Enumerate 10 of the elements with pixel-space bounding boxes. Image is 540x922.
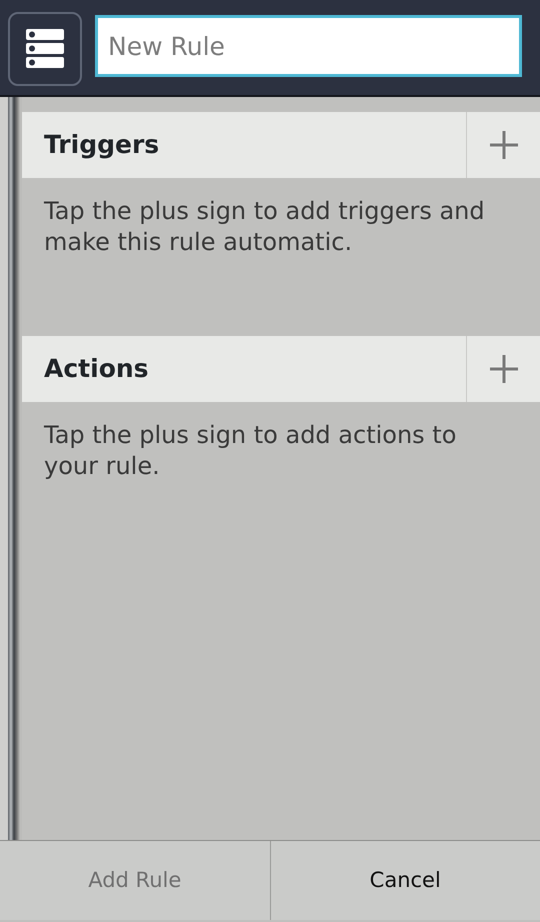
section-title: Triggers (43, 129, 160, 162)
plus-icon (488, 354, 518, 384)
hint-text: Tap the plus sign to add actions to your rule. (44, 421, 456, 480)
menu-button[interactable] (8, 12, 82, 86)
hint-text: Tap the plus sign to add triggers and make this rule automatic. (44, 197, 485, 256)
rule-name-field[interactable]: New Rule (95, 15, 522, 77)
menu-icon (26, 29, 64, 69)
footer-button[interactable]: Cancel (270, 841, 540, 920)
plus-icon (488, 130, 518, 160)
section-title: Actions (43, 353, 150, 386)
